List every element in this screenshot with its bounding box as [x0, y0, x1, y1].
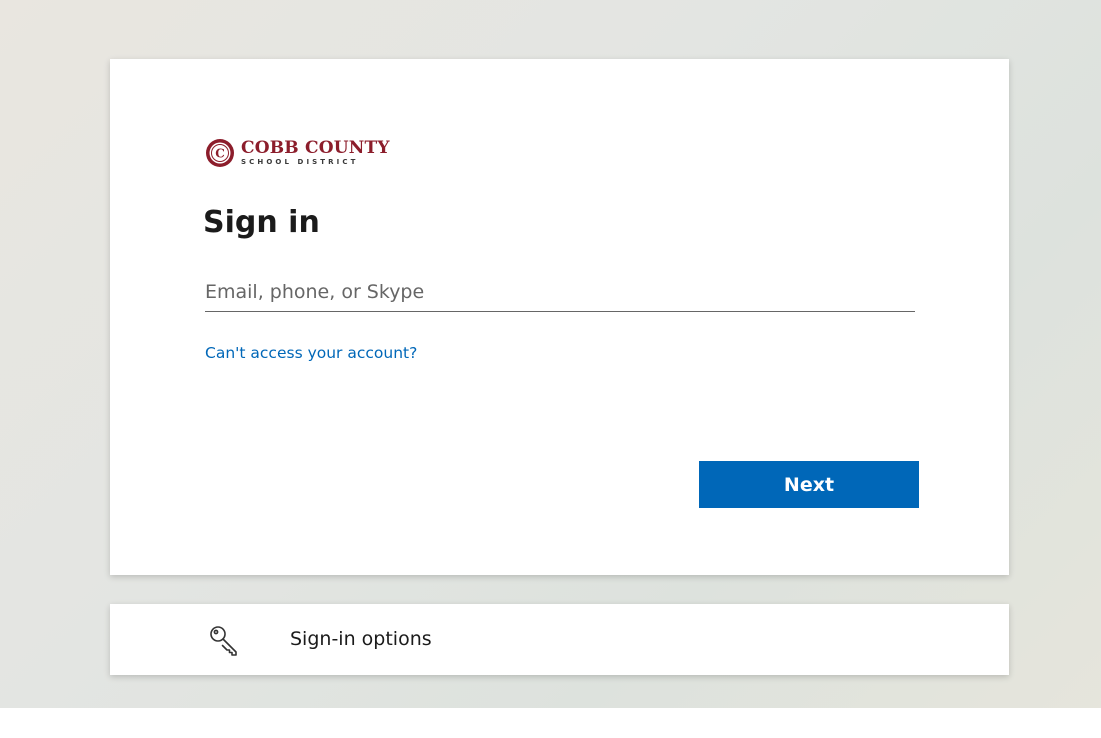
seal-letter: C [215, 147, 225, 161]
signin-options-button[interactable]: Sign-in options [110, 604, 1009, 675]
signin-options-label: Sign-in options [290, 628, 432, 650]
org-logo: C COBB COUNTY SCHOOL DISTRICT [205, 137, 390, 169]
signin-card: C COBB COUNTY SCHOOL DISTRICT Sign in Ca… [110, 59, 1009, 575]
logo-line1: COBB COUNTY [241, 138, 390, 158]
page-title: Sign in [203, 205, 320, 240]
logo-line2: SCHOOL DISTRICT [241, 158, 359, 166]
key-icon [210, 626, 237, 656]
email-field[interactable] [205, 273, 915, 312]
logo-wordmark: COBB COUNTY SCHOOL DISTRICT [241, 140, 390, 166]
cant-access-account-link[interactable]: Can't access your account? [205, 344, 417, 362]
next-button[interactable]: Next [699, 461, 919, 508]
page-footer-area [0, 708, 1101, 738]
district-seal-icon: C [206, 139, 234, 167]
